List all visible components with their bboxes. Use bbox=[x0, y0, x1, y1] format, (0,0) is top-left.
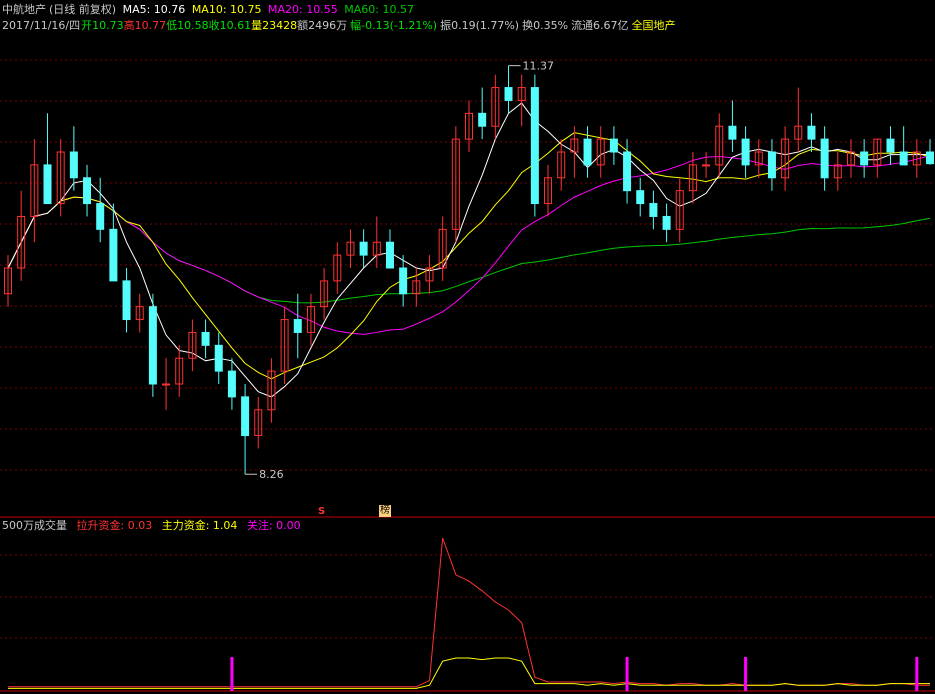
close-price: 收10.61 bbox=[208, 19, 252, 32]
candle-body bbox=[636, 190, 645, 205]
date: 2017/11/16/四 bbox=[2, 19, 81, 32]
candle-body bbox=[293, 319, 302, 333]
turnover: 换0.35% bbox=[522, 19, 569, 32]
candle-body bbox=[122, 280, 131, 321]
zhuli-line bbox=[8, 657, 930, 689]
candle-body bbox=[214, 344, 223, 372]
lasheng-line bbox=[8, 537, 930, 688]
lasheng-value: 拉升资金: 0.03 bbox=[76, 519, 153, 532]
amplitude: 振0.19(1.77%) bbox=[440, 19, 520, 32]
guanzhu-bar bbox=[230, 657, 234, 691]
guanzhu-bar bbox=[915, 657, 919, 691]
candle-body bbox=[109, 228, 118, 282]
ma20-value: MA20: 10.55 bbox=[268, 3, 338, 16]
candle-body bbox=[148, 306, 157, 385]
sector-link[interactable]: 全国地产 bbox=[632, 19, 676, 32]
indicator-title-bar: 500万成交量 拉升资金: 0.03 主力资金: 1.04 关注: 0.00 bbox=[2, 519, 304, 533]
zhuli-value: 主力资金: 1.04 bbox=[161, 519, 238, 532]
candle-body bbox=[820, 138, 829, 179]
high-price: 高10.77 bbox=[123, 19, 167, 32]
candle-body bbox=[201, 331, 210, 346]
candle-body bbox=[886, 138, 895, 153]
stock-name: 中航地产 bbox=[2, 3, 46, 16]
candle-body bbox=[662, 215, 671, 230]
candle-body bbox=[69, 151, 78, 179]
candle-body bbox=[43, 164, 52, 205]
candle-body bbox=[83, 177, 92, 205]
guanzhu-value: 关注: 0.00 bbox=[246, 519, 301, 532]
candle-body bbox=[399, 267, 408, 295]
ma60-value: MA60: 10.57 bbox=[344, 3, 414, 16]
candle-body bbox=[926, 151, 934, 165]
candle-body bbox=[899, 151, 908, 166]
low-price: 低10.58 bbox=[166, 19, 209, 32]
signal-s-marker: S bbox=[318, 506, 326, 517]
candle-body bbox=[227, 370, 236, 398]
candle-body bbox=[609, 138, 618, 153]
quote-info-bar: 2017/11/16/四开10.73高10.77低10.58收10.61量234… bbox=[2, 19, 679, 33]
candle-body bbox=[623, 151, 632, 192]
candle-body bbox=[860, 151, 869, 166]
candle-body bbox=[583, 138, 592, 166]
candle-body bbox=[767, 151, 776, 179]
amount: 额2496万 bbox=[297, 19, 348, 32]
candle-body bbox=[96, 203, 105, 230]
open-price: 开10.73 bbox=[81, 19, 124, 32]
low-label: 8.26 bbox=[259, 468, 284, 481]
indicator-name[interactable]: 500万成交量 bbox=[2, 519, 67, 532]
candle-body bbox=[359, 241, 368, 256]
price-chart[interactable]: 11.37 8.26 bbox=[0, 0, 935, 694]
guanzhu-bar bbox=[744, 657, 748, 691]
ma10-value: MA10: 10.75 bbox=[191, 3, 262, 16]
change-pct: 幅-0.13(-1.21%) bbox=[350, 19, 438, 32]
float-cap: 流通6.67亿 bbox=[571, 19, 629, 32]
candle-body bbox=[385, 241, 394, 269]
candle-body bbox=[807, 125, 816, 140]
ma5-value: MA5: 10.76 bbox=[122, 3, 186, 16]
volume: 量23428 bbox=[251, 19, 298, 32]
candle-body bbox=[162, 383, 171, 386]
candle-body bbox=[741, 138, 750, 166]
period-label[interactable]: (日线 前复权) bbox=[49, 3, 116, 16]
candle-body bbox=[478, 112, 487, 127]
chart-title-bar: 中航地产 (日线 前复权) MA5: 10.76 MA10: 10.75 MA20… bbox=[2, 3, 417, 17]
candle-body bbox=[504, 87, 513, 101]
candle-body bbox=[649, 203, 658, 217]
candle-body bbox=[530, 87, 539, 205]
high-label: 11.37 bbox=[523, 60, 555, 73]
candle-body bbox=[702, 164, 711, 167]
candle-body bbox=[728, 125, 737, 140]
signal-list-marker: 榜 bbox=[379, 505, 391, 517]
guanzhu-bar bbox=[625, 657, 629, 691]
candle-body bbox=[241, 396, 250, 437]
ma10-line bbox=[7, 132, 931, 380]
